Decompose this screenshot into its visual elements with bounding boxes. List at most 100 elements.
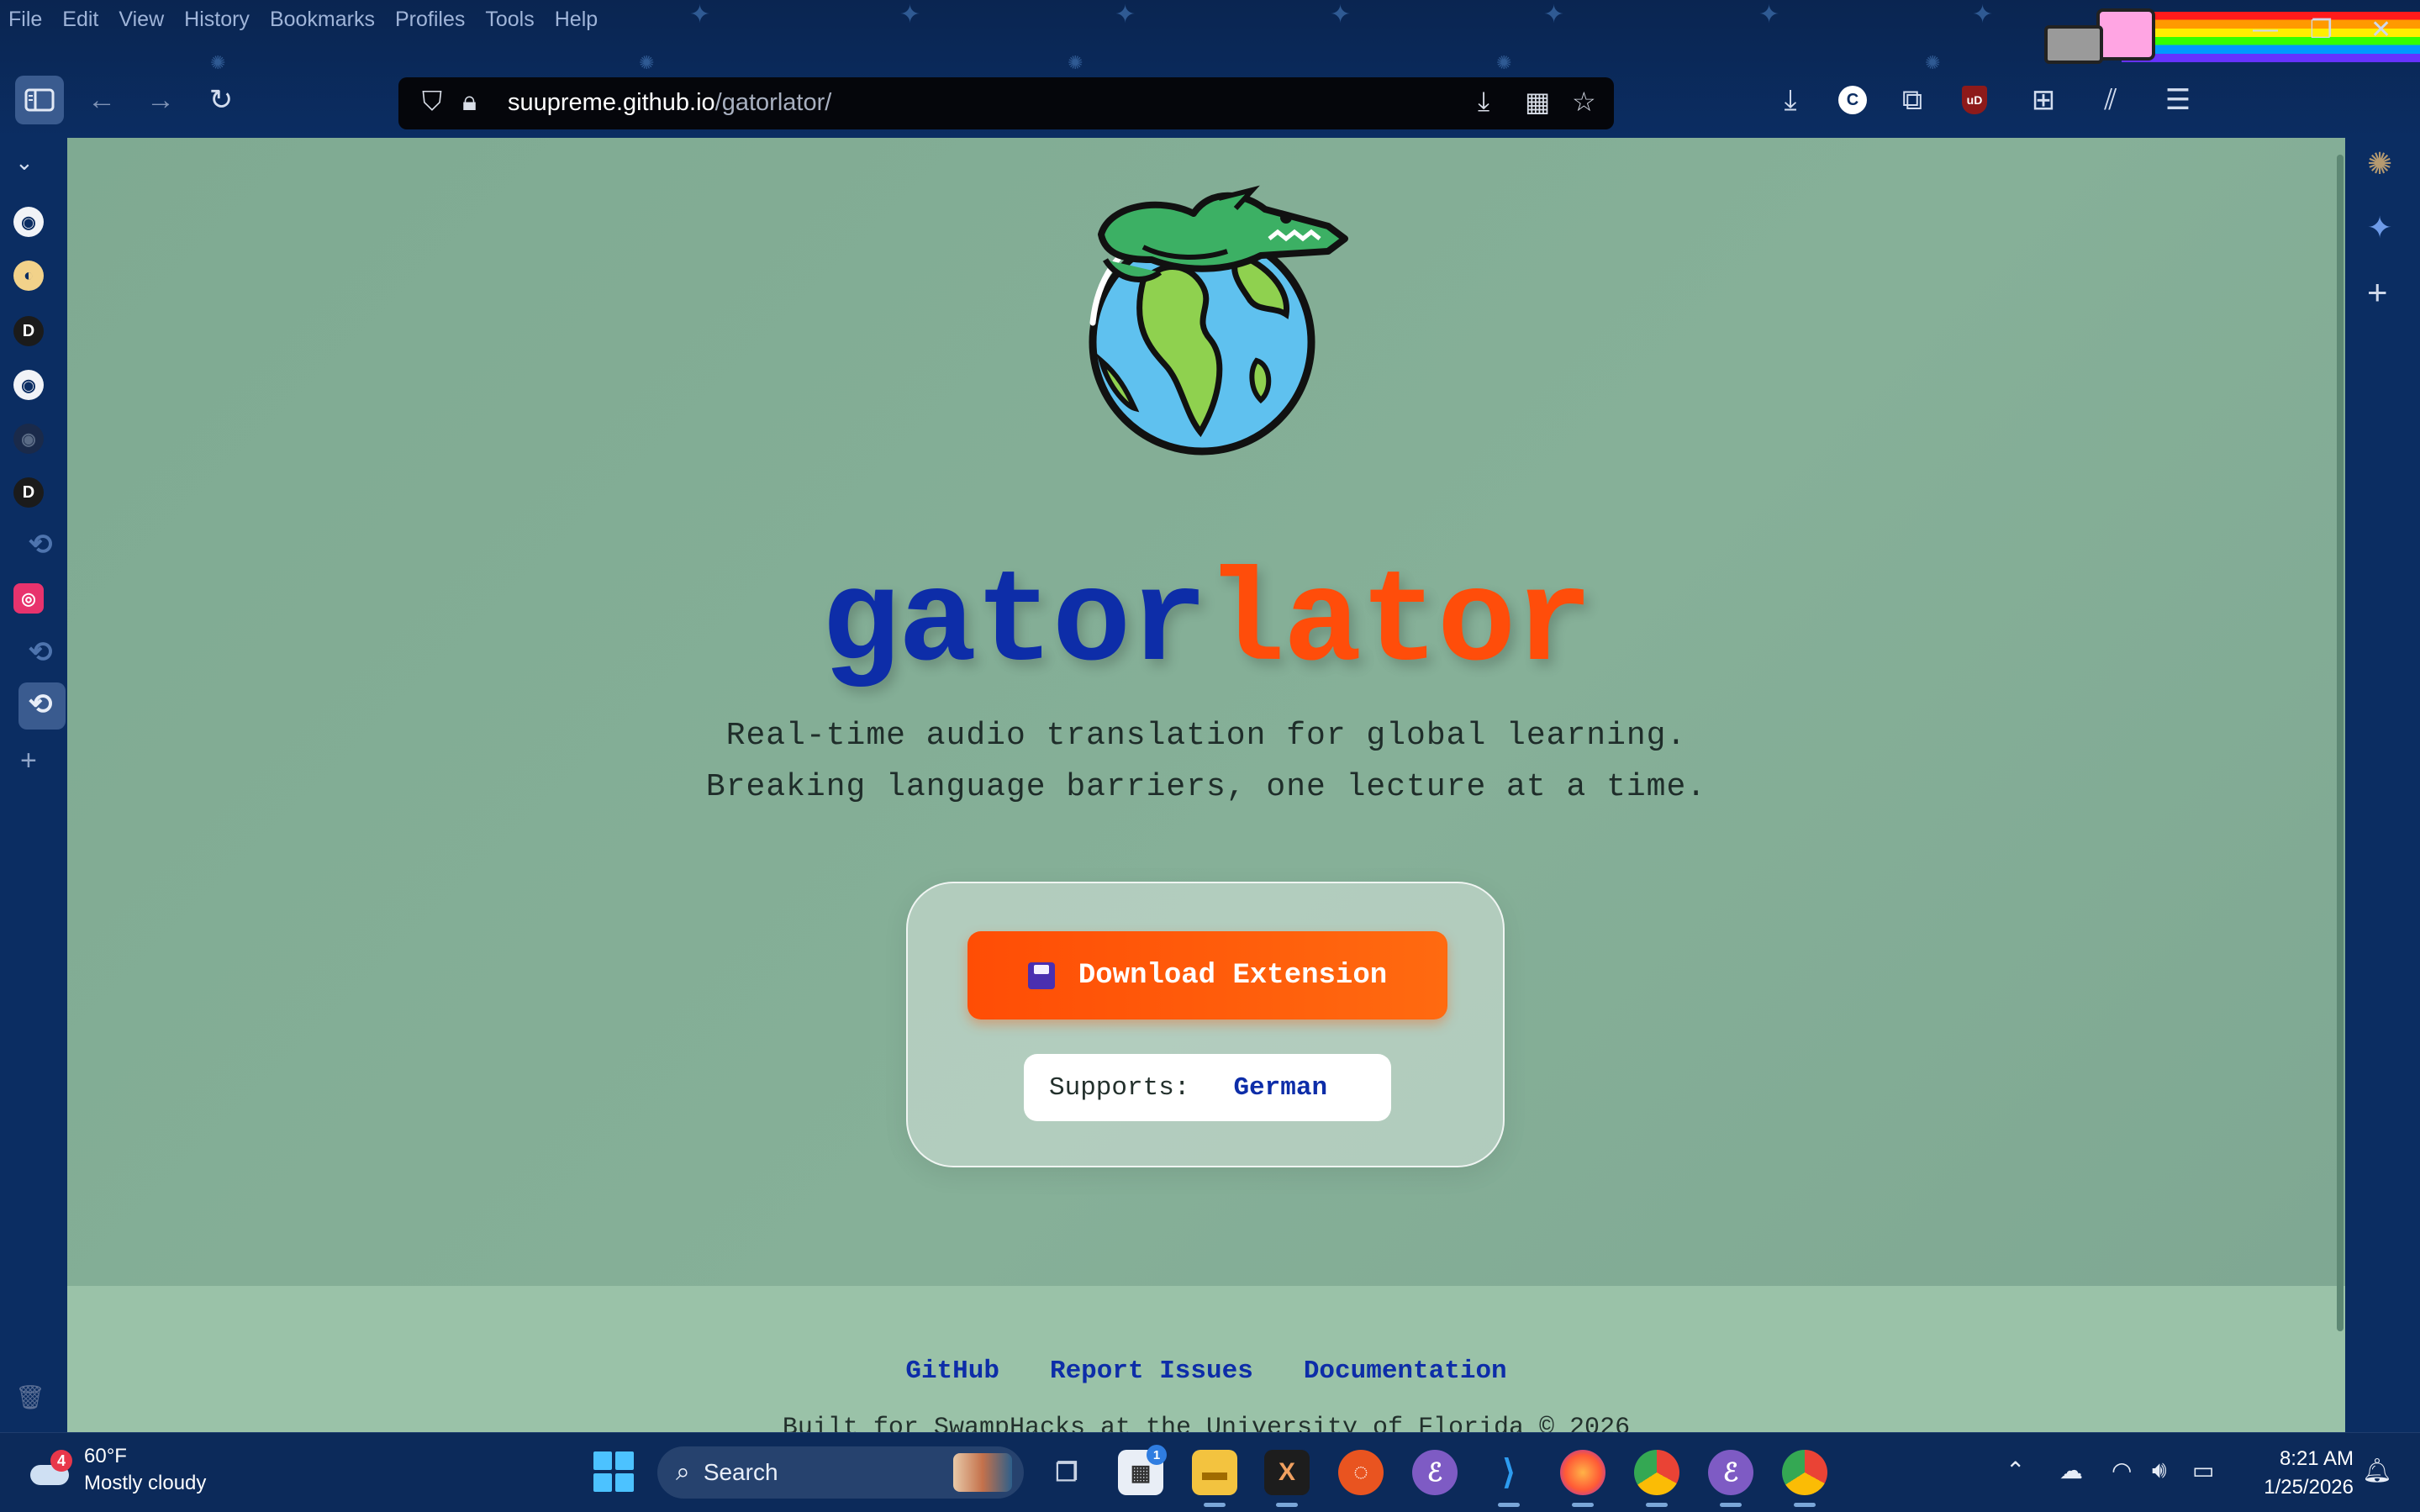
battery-icon[interactable]: ▭ [2192,1457,2214,1484]
bookmark-star-icon[interactable]: ☆ [1572,86,1596,118]
notification-bell-icon[interactable]: 🔔︎ [2362,1457,2392,1484]
extension-c-button[interactable]: C [1828,76,1877,124]
windows-logo-pane [615,1473,634,1492]
instagram-icon[interactable]: ◎ [13,583,44,614]
brand-title-gator: gator [820,550,1208,698]
puzzle-icon: ⧉ [1901,83,1923,116]
extension-slash-button[interactable]: ⫽ [2086,76,2135,124]
file-explorer-icon[interactable]: ▬ [1192,1450,1237,1507]
search-highlight-illustration-icon [953,1453,1012,1492]
emacs-icon[interactable]: ℰ [1412,1450,1458,1495]
store-badge: 1 [1147,1445,1167,1465]
firefox-icon[interactable]: ⟲ [25,636,55,668]
menu-file[interactable]: File [8,8,42,32]
supports-label: Supports: [1049,1072,1190,1103]
brand-title: gatorlator [67,550,2345,698]
taskbar-search[interactable]: ⌕ Search [657,1446,1024,1499]
d-icon[interactable]: D [13,316,44,346]
vscode-icon[interactable]: ⟩ [1486,1450,1532,1507]
back-button[interactable]: ← [77,76,126,124]
footer-credit: Built for SwampHacks at the University o… [782,1414,1631,1432]
task-view-icon[interactable]: ❐ [1044,1450,1089,1495]
qr-code-icon[interactable]: ▦ [1525,86,1550,118]
gemini-sparkle-icon[interactable]: ✦ [2367,210,2392,245]
footer-link-github[interactable]: GitHub [905,1357,999,1386]
browser-chrome: ✦ ✦ ✦ ✦ ✦ ✦ ✦ ✺ ✺ ✺ ✺ ✺ File Edit View History… [0,0,2420,138]
floppy-disk-icon [1027,961,1055,989]
windows-taskbar: 4 60°F Mostly cloudy ⌕ Search ❐ ▦ 1 ▬ X … [0,1432,2420,1512]
forward-button[interactable]: → [136,76,185,124]
menu-bookmarks[interactable]: Bookmarks [270,8,375,32]
emacs-icon[interactable]: ℰ [1708,1450,1753,1507]
menu-profiles[interactable]: Profiles [395,8,465,32]
sparkle-sun-icon[interactable]: ✺ [2367,146,2392,182]
store-icon[interactable]: ▦ 1 [1118,1445,1167,1495]
add-panel-icon[interactable]: + [2367,272,2388,313]
download-extension-button[interactable]: Download Extension [967,931,1447,1019]
cloud-icon: 4 [25,1450,72,1487]
footer-link-documentation[interactable]: Documentation [1304,1357,1507,1386]
brand-title-lator: lator [1206,550,1593,698]
app-menu-button[interactable]: ☰ [2154,76,2202,124]
firefox-icon: ⟲ [28,688,53,720]
extensions-button[interactable]: ⧉ [1888,76,1937,124]
menu-history[interactable]: History [184,8,250,32]
firefox-icon[interactable] [1560,1450,1605,1507]
menu-help[interactable]: Help [555,8,598,32]
reload-button[interactable]: ↻ [197,76,245,124]
github-icon[interactable]: ◉ [13,207,44,237]
web-icon[interactable]: ◐ [13,261,44,291]
page-scrollbar[interactable] [2337,155,2344,1331]
restore-button[interactable]: ❐ [2310,15,2333,45]
grid-extension-button[interactable]: ⊞ [2019,76,2068,124]
chevron-up-icon[interactable]: ⌃ [2006,1457,2025,1484]
ubuntu-icon[interactable]: ◌ [1338,1450,1384,1495]
chrome-icon[interactable] [1782,1450,1827,1507]
firefox-icon[interactable]: ⟲ [25,529,55,561]
weather-condition: Mostly cloudy [84,1472,207,1494]
add-icon[interactable]: + [20,745,37,777]
supported-language: German [1233,1072,1328,1103]
download-icon: ⤓ [1784,83,1797,116]
right-sidebar-rail: ✺ ✦ + [2345,138,2420,1432]
search-placeholder: Search [703,1459,778,1485]
address-bar[interactable]: ⛉ 🔒︎ suupreme.github.io/gatorlator/ ⤓ ▦ … [398,77,1614,129]
d-icon[interactable]: D [13,477,44,508]
active-tab-highlight[interactable]: ⟲ [18,682,66,730]
lock-icon[interactable]: 🔒︎ [462,86,477,118]
x-app-icon[interactable]: X [1264,1450,1310,1507]
download-card: Download Extension Supports: German [906,882,1505,1167]
windows-logo-pane [593,1473,612,1492]
start-button[interactable] [593,1451,634,1492]
trash-icon[interactable]: 🗑︎ [15,1383,45,1411]
downloads-button[interactable]: ⤓ [1766,76,1815,124]
clock-date: 1/25/2026 [2264,1476,2354,1499]
ublock-button[interactable]: uD [1950,76,1999,124]
sidebar-toggle-button[interactable] [15,76,64,124]
windows-logo-pane [615,1451,634,1470]
chevron-down-icon[interactable]: ⌄ [15,150,34,176]
menu-view[interactable]: View [119,8,164,32]
nyan-cat-head [2044,25,2103,64]
weather-widget[interactable]: 4 60°F Mostly cloudy [25,1443,206,1497]
github-icon[interactable]: ◉ [13,370,44,400]
arrow-left-icon: ← [87,83,116,116]
close-window-button[interactable]: ✕ [2370,15,2391,45]
menu-tools[interactable]: Tools [485,8,534,32]
github-icon[interactable]: ◉ [13,424,44,454]
chrome-icon[interactable] [1634,1450,1679,1507]
minimize-button[interactable]: — [2253,15,2278,44]
url-text[interactable]: suupreme.github.io/gatorlator/ [508,89,831,117]
menu-edit[interactable]: Edit [62,8,98,32]
arrow-right-icon: → [146,83,175,116]
page-download-icon[interactable]: ⤓ [1478,86,1489,118]
reload-icon: ↻ [208,84,234,116]
volume-icon[interactable]: 🔊︎ [2152,1457,2167,1484]
wifi-icon[interactable]: ◠ [2112,1457,2132,1484]
download-extension-label: Download Extension [1078,959,1388,992]
shield-icon[interactable]: ⛉ [422,86,442,118]
hamburger-icon: ☰ [2164,84,2191,116]
footer-link-report-issues[interactable]: Report Issues [1050,1357,1253,1386]
system-clock[interactable]: 8:21 AM 1/25/2026 [2236,1445,2354,1502]
onedrive-cloud-icon[interactable]: ☁ [2059,1457,2083,1484]
